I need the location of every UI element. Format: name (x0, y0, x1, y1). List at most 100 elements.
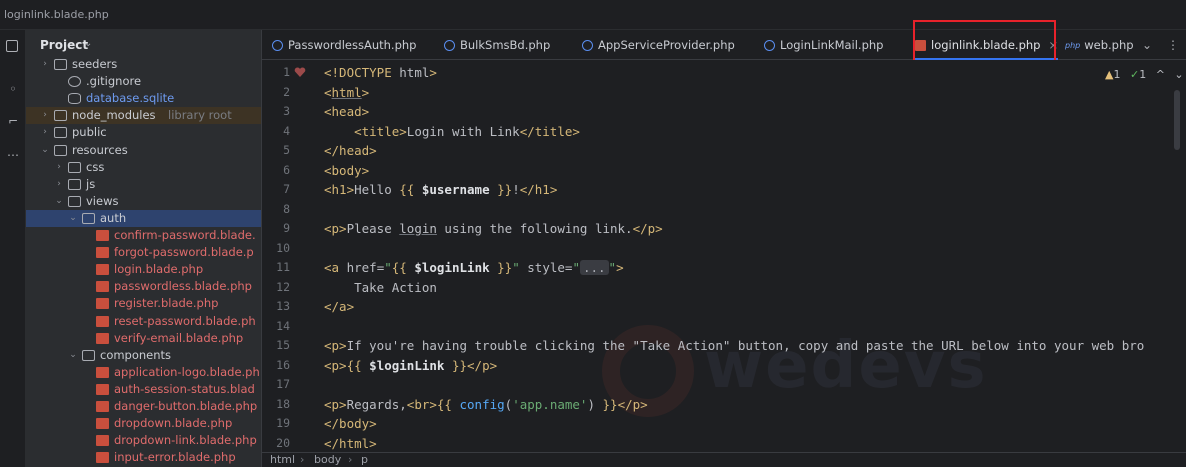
blade-file-icon (96, 452, 109, 464)
tree-item-label: forgot-password.blade.p (114, 245, 254, 260)
breadcrumb-body[interactable]: body (314, 453, 341, 467)
tree-item-label: confirm-password.blade. (114, 228, 256, 242)
tree-item[interactable]: danger-button.blade.php (26, 398, 261, 415)
tree-item[interactable]: .gitignore (26, 73, 261, 90)
chevron-right-icon[interactable]: › (40, 124, 50, 141)
tree-item[interactable]: › css (26, 159, 261, 176)
blade-file-icon (96, 230, 109, 241)
tree-item-label: database.sqlite (86, 91, 175, 106)
blade-file-icon (96, 332, 109, 344)
tree-item[interactable]: › seeders (26, 56, 261, 73)
tree-item[interactable]: auth-session-status.blad (26, 381, 261, 398)
code-line-5: </head> (324, 143, 377, 158)
chevron-down-icon[interactable]: ⌄ (68, 347, 78, 364)
tab-label: AppServiceProvider.php (598, 38, 735, 52)
tree-item[interactable]: forgot-password.blade.p (26, 244, 261, 261)
structure-tool-icon[interactable]: ⌐ (6, 114, 20, 128)
tree-item[interactable]: login.blade.php (26, 261, 261, 278)
tree-item[interactable]: passwordless.blade.php (26, 278, 261, 295)
line-number: 20 (276, 435, 290, 450)
chevron-up-icon[interactable]: ^ (1156, 68, 1165, 81)
vertical-scrollbar[interactable] (1174, 90, 1180, 150)
commit-tool-icon[interactable]: ◦ (6, 82, 20, 96)
tree-item-label: seeders (72, 57, 118, 71)
tree-item[interactable]: › public (26, 124, 261, 141)
tree-item[interactable]: ⌄ auth (26, 209, 261, 227)
tree-item[interactable]: › node_modules library root (26, 107, 261, 125)
tree-item[interactable]: input-error.blade.php (26, 449, 261, 466)
more-tools-icon[interactable]: ⋯ (6, 148, 20, 162)
code-line-13: </a> (324, 299, 355, 314)
line-number: 10 (276, 240, 290, 255)
database-icon (68, 93, 81, 105)
tab-web[interactable]: php web.php (1065, 30, 1134, 60)
chevron-down-icon[interactable]: ⌄ (40, 142, 50, 159)
code-line-20: </html> (324, 435, 377, 451)
tree-item[interactable]: ⌄ resources (26, 142, 261, 159)
tree-item-label: views (86, 193, 119, 208)
more-vertical-icon[interactable]: ⋮ (1167, 30, 1179, 60)
fold-placeholder[interactable]: ... (579, 260, 609, 275)
tool-window-strip: ◦ ⌐ ⋯ (0, 30, 26, 467)
chevron-right-icon[interactable]: › (40, 107, 50, 124)
chevron-down-icon[interactable]: ⌄ (54, 193, 64, 210)
tree-item[interactable]: ⌄ views (26, 193, 261, 210)
chevron-right-icon: › (300, 453, 305, 466)
chevron-right-icon[interactable]: › (54, 176, 64, 193)
tab-label: PasswordlessAuth.php (288, 38, 417, 52)
blade-file-icon (96, 281, 109, 293)
blade-file-icon (96, 247, 109, 259)
chevron-down-icon[interactable]: ⌄ (68, 210, 78, 227)
inspection-widget[interactable]: ▲1 ✓1 ^ ⌄ (1105, 68, 1184, 81)
code-line-15: <p>If you're having trouble clicking the… (324, 338, 1145, 353)
line-number: 14 (276, 318, 290, 333)
check-count: 1 (1139, 68, 1147, 81)
tree-item-label: login.blade.php (114, 262, 204, 277)
tree-item[interactable]: verify-email.blade.php (26, 330, 261, 347)
tab-passwordlessauth[interactable]: PasswordlessAuth.php (272, 30, 416, 60)
code-line-12: Take Action (324, 279, 437, 295)
folder-icon (54, 144, 67, 156)
chevron-right-icon[interactable]: › (40, 56, 50, 73)
code-line-11: <a href="{{ $loginLink }}" style="... "> (324, 260, 624, 275)
tree-item-label: application-logo.blade.ph (114, 364, 260, 379)
tree-item-label: dropdown.blade.php (114, 416, 233, 431)
tree-item-label: resources (72, 142, 128, 157)
line-number: 11 (276, 260, 290, 274)
code-line-4: <title>Login with Link</title> (354, 123, 580, 139)
code-editor[interactable]: 1 2 3 4 5 6 7 8 9 10 11 12 13 14 15 16 17 18 19 20 ▲1 ✓1 ^ … (262, 60, 1186, 452)
class-icon (444, 40, 455, 51)
tree-item[interactable]: ⌄ components (26, 347, 261, 364)
line-number: 4 (283, 123, 290, 138)
tree-item-label: reset-password.blade.ph (114, 313, 256, 328)
tree-item[interactable]: database.sqlite (26, 90, 261, 107)
class-icon (272, 40, 283, 51)
tab-label: LoginLinkMail.php (780, 38, 884, 52)
chevron-down-icon[interactable]: ⌄ (84, 38, 92, 49)
tree-item[interactable]: dropdown.blade.php (26, 415, 261, 432)
chevron-down-icon[interactable]: ⌄ (1142, 30, 1152, 60)
breadcrumb-html[interactable]: html (270, 453, 295, 467)
tree-item[interactable]: dropdown-link.blade.php (26, 432, 261, 449)
tab-bulksmsbd[interactable]: BulkSmsBd.php (444, 30, 550, 60)
chevron-down-icon[interactable]: ⌄ (1174, 68, 1183, 81)
line-number: 13 (276, 299, 290, 313)
line-number: 1 (283, 65, 290, 79)
line-number: 7 (283, 182, 290, 196)
chevron-right-icon[interactable]: › (54, 159, 64, 176)
project-tool-icon[interactable] (6, 40, 18, 52)
tree-item[interactable]: › js (26, 176, 261, 193)
tree-item[interactable]: confirm-password.blade. (26, 227, 261, 244)
breadcrumb-p[interactable]: p (361, 453, 368, 467)
breakpoint-heart-icon (294, 67, 306, 77)
tree-item[interactable]: reset-password.blade.ph (26, 313, 261, 330)
gitignore-icon (68, 76, 81, 88)
folder-icon (68, 161, 81, 173)
tree-item[interactable]: application-logo.blade.ph (26, 364, 261, 381)
tree-item[interactable]: register.blade.php (26, 295, 261, 312)
tab-loginlinkmail[interactable]: LoginLinkMail.php (764, 30, 883, 60)
tab-appserviceprovider[interactable]: AppServiceProvider.php (582, 30, 735, 60)
tab-label: BulkSmsBd.php (460, 38, 551, 52)
folder-icon (82, 349, 95, 361)
code-line-1: <!DOCTYPE html> (324, 65, 437, 80)
